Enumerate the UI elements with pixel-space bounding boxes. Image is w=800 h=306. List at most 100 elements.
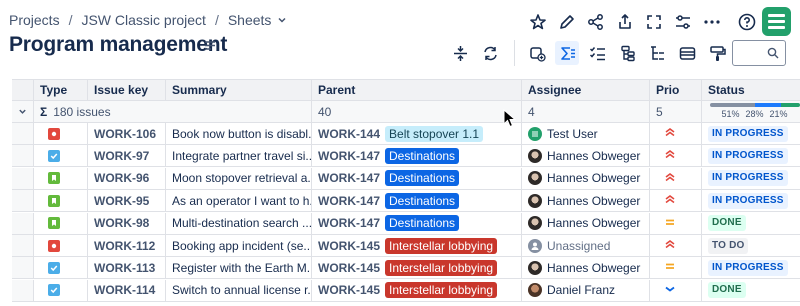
- column-header-prio[interactable]: Prio: [650, 79, 702, 101]
- status-badge[interactable]: DONE: [708, 282, 746, 299]
- assignee-cell[interactable]: Hannes Obweger: [522, 145, 650, 168]
- issue-key-cell[interactable]: WORK-112: [88, 235, 166, 257]
- priority-cell[interactable]: [650, 212, 702, 235]
- issue-key-cell[interactable]: WORK-97: [88, 145, 166, 168]
- export-icon[interactable]: [613, 10, 637, 34]
- row-height-icon[interactable]: [448, 41, 472, 65]
- parent-cell[interactable]: WORK-144 Belt stopover 1.1: [312, 123, 522, 145]
- type-cell[interactable]: [34, 190, 88, 213]
- parent-key[interactable]: WORK-147: [318, 149, 380, 163]
- table-row[interactable]: WORK-106 Book now button is disabl... WO…: [12, 123, 800, 145]
- tree-icon[interactable]: [645, 41, 669, 65]
- parent-cell[interactable]: WORK-147 Destinations: [312, 145, 522, 168]
- column-header-issue-key[interactable]: Issue key: [88, 79, 166, 101]
- parent-cell[interactable]: WORK-145 Interstellar lobbying: [312, 279, 522, 302]
- parent-key[interactable]: WORK-145: [318, 261, 380, 275]
- breadcrumb-projects[interactable]: Projects: [9, 12, 60, 28]
- issue-key-cell[interactable]: WORK-95: [88, 190, 166, 213]
- add-issue-icon[interactable]: [525, 41, 549, 65]
- type-cell[interactable]: [34, 257, 88, 280]
- type-cell[interactable]: [34, 235, 88, 257]
- hierarchy-icon[interactable]: [615, 41, 639, 65]
- status-badge[interactable]: IN PROGRESS: [708, 192, 788, 209]
- status-badge[interactable]: IN PROGRESS: [708, 147, 788, 164]
- status-cell[interactable]: TO DO: [702, 235, 800, 257]
- issue-key-cell[interactable]: WORK-106: [88, 123, 166, 145]
- fullscreen-icon[interactable]: [642, 10, 666, 34]
- assignee-cell[interactable]: Hannes Obweger: [522, 212, 650, 235]
- table-row[interactable]: WORK-96 Moon stopover retrieval a... WOR…: [12, 167, 800, 190]
- type-cell[interactable]: [34, 145, 88, 168]
- parent-key[interactable]: WORK-145: [318, 283, 380, 297]
- status-cell[interactable]: DONE: [702, 213, 800, 235]
- checklist-icon[interactable]: [585, 41, 609, 65]
- type-cell[interactable]: [34, 167, 88, 190]
- menu-icon[interactable]: [205, 41, 215, 50]
- type-cell[interactable]: [34, 212, 88, 235]
- table-row[interactable]: WORK-113 Register with the Earth M... WO…: [12, 257, 800, 280]
- issue-key-cell[interactable]: WORK-96: [88, 167, 166, 190]
- table-row[interactable]: WORK-114 Switch to annual license r... W…: [12, 279, 800, 302]
- priority-cell[interactable]: [650, 190, 702, 213]
- share-icon[interactable]: [584, 10, 608, 34]
- summary-cell[interactable]: As an operator I want to h...: [166, 190, 312, 213]
- status-badge[interactable]: DONE: [708, 215, 746, 232]
- parent-cell[interactable]: WORK-147 Destinations: [312, 167, 522, 190]
- sheets-app-logo[interactable]: [762, 7, 791, 36]
- priority-cell[interactable]: [650, 279, 702, 302]
- parent-cell[interactable]: WORK-147 Destinations: [312, 190, 522, 213]
- star-icon[interactable]: [526, 10, 550, 34]
- parent-label[interactable]: Destinations: [385, 170, 460, 187]
- parent-label[interactable]: Destinations: [385, 147, 460, 164]
- assignee-cell[interactable]: Hannes Obweger: [522, 190, 650, 213]
- summary-cell[interactable]: Multi-destination search ...: [166, 212, 312, 235]
- parent-cell[interactable]: WORK-145 Interstellar lobbying: [312, 257, 522, 280]
- settings-sliders-icon[interactable]: [671, 10, 695, 34]
- assignee-cell[interactable]: Test User: [522, 123, 650, 145]
- assignee-cell[interactable]: Hannes Obweger: [522, 167, 650, 190]
- parent-label[interactable]: Interstellar lobbying: [385, 259, 498, 276]
- breadcrumb-sheets[interactable]: Sheets: [228, 12, 272, 28]
- issue-key-cell[interactable]: WORK-113: [88, 257, 166, 280]
- status-cell[interactable]: IN PROGRESS: [702, 145, 800, 168]
- status-cell[interactable]: IN PROGRESS: [702, 168, 800, 190]
- card-icon[interactable]: [675, 41, 699, 65]
- assignee-cell[interactable]: Hannes Obweger: [522, 257, 650, 280]
- refresh-icon[interactable]: [478, 41, 502, 65]
- summary-cell[interactable]: Register with the Earth M...: [166, 257, 312, 280]
- column-header-parent[interactable]: Parent: [312, 79, 522, 101]
- status-cell[interactable]: IN PROGRESS: [702, 257, 800, 280]
- parent-label[interactable]: Belt stopover 1.1: [385, 125, 484, 142]
- chevron-down-icon[interactable]: [277, 15, 287, 25]
- summary-cell[interactable]: Booking app incident (se...: [166, 235, 312, 257]
- status-cell[interactable]: DONE: [702, 280, 800, 302]
- priority-cell[interactable]: [650, 123, 702, 145]
- issue-key-cell[interactable]: WORK-114: [88, 279, 166, 302]
- parent-key[interactable]: WORK-147: [318, 171, 380, 185]
- status-badge[interactable]: IN PROGRESS: [708, 259, 788, 276]
- table-row[interactable]: WORK-97 Integrate partner travel si... W…: [12, 145, 800, 168]
- status-badge[interactable]: IN PROGRESS: [708, 125, 788, 142]
- status-badge[interactable]: IN PROGRESS: [708, 170, 788, 187]
- summary-cell[interactable]: Integrate partner travel si...: [166, 145, 312, 168]
- summary-cell[interactable]: Switch to annual license r...: [166, 279, 312, 302]
- column-header-status[interactable]: Status: [702, 79, 800, 101]
- type-cell[interactable]: [34, 279, 88, 302]
- more-icon[interactable]: [700, 10, 724, 34]
- paint-format-icon[interactable]: [705, 41, 729, 65]
- priority-cell[interactable]: [650, 257, 702, 280]
- status-badge[interactable]: TO DO: [708, 237, 749, 254]
- status-cell[interactable]: IN PROGRESS: [702, 123, 800, 145]
- help-icon[interactable]: [735, 10, 759, 34]
- summary-cell[interactable]: Book now button is disabl...: [166, 123, 312, 145]
- parent-cell[interactable]: WORK-145 Interstellar lobbying: [312, 235, 522, 257]
- table-row[interactable]: WORK-98 Multi-destination search ... WOR…: [12, 212, 800, 235]
- breadcrumb-project[interactable]: JSW Classic project: [81, 12, 205, 28]
- sum-icon[interactable]: [555, 41, 579, 65]
- assignee-cell[interactable]: Unassigned: [522, 235, 650, 257]
- assignee-cell[interactable]: Daniel Franz: [522, 279, 650, 302]
- issue-key-cell[interactable]: WORK-98: [88, 212, 166, 235]
- table-row[interactable]: WORK-95 As an operator I want to h... WO…: [12, 190, 800, 213]
- type-cell[interactable]: [34, 123, 88, 145]
- priority-cell[interactable]: [650, 235, 702, 257]
